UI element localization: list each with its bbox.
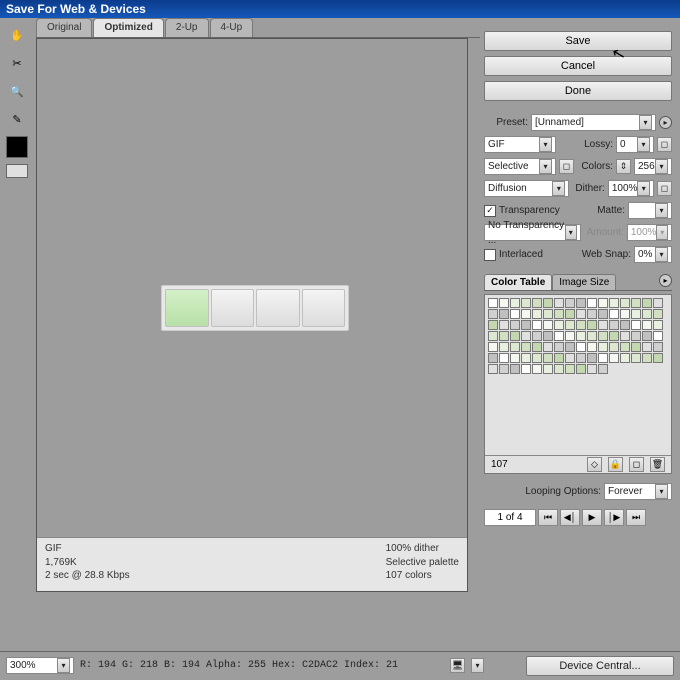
preview-status: GIF 1,769K 2 sec @ 28.8 Kbps 100% dither… <box>37 537 467 591</box>
preview-tabs: Original Optimized 2-Up 4-Up <box>36 18 480 38</box>
pixel-info: R: 194 G: 218 B: 194 Alpha: 255 Hex: C2D… <box>80 660 444 671</box>
matte-select[interactable]: ▾ <box>628 202 672 219</box>
prev-frame-button[interactable]: ◀│ <box>560 509 580 526</box>
color-table-menu-icon[interactable]: ▸ <box>659 274 672 287</box>
matte-label: Matte: <box>597 205 625 216</box>
hand-tool-icon[interactable]: ✋ <box>6 24 28 46</box>
status-dither: 100% dither <box>386 542 459 556</box>
preset-label: Preset: <box>484 117 528 128</box>
tab-original[interactable]: Original <box>36 18 92 37</box>
lossy-input[interactable]: 0▾ <box>616 136 654 153</box>
colors-label: Colors: <box>581 161 613 172</box>
tab-optimized[interactable]: Optimized <box>93 18 163 37</box>
preset-select[interactable]: [Unnamed]▾ <box>531 114 656 131</box>
toggle-slices-icon[interactable] <box>6 164 28 178</box>
status-size: 1,769K <box>45 556 130 570</box>
first-frame-button[interactable]: ⏮ <box>538 509 558 526</box>
reduction-select[interactable]: Selective▾ <box>484 158 556 175</box>
eyedropper-tool-icon[interactable]: ✎ <box>6 108 28 130</box>
reduction-mask-icon[interactable]: ◻ <box>559 159 574 174</box>
tool-strip: ✋ ✂ 🔍 ✎ <box>0 18 34 651</box>
amount-label: Amount: <box>587 227 624 238</box>
dither-input[interactable]: 100%▾ <box>608 180 654 197</box>
status-colors: 107 colors <box>386 569 459 583</box>
tab-4up[interactable]: 4-Up <box>210 18 254 37</box>
cancel-button[interactable]: Cancel <box>484 56 672 76</box>
color-count: 107 <box>491 459 508 470</box>
amount-input: 100%▾ <box>627 224 672 241</box>
diffusion-select[interactable]: Diffusion▾ <box>484 180 569 197</box>
websnap-input[interactable]: 0%▾ <box>634 246 672 263</box>
status-palette: Selective palette <box>386 556 459 570</box>
ct-websafe-icon[interactable]: ◇ <box>587 457 602 472</box>
transparency-dither-select[interactable]: No Transparency ...▾ <box>484 224 581 241</box>
save-button[interactable]: Save <box>484 31 672 51</box>
ct-trash-icon[interactable]: 🗑 <box>650 457 665 472</box>
preset-menu-icon[interactable]: ▸ <box>659 116 672 129</box>
tab-2up[interactable]: 2-Up <box>165 18 209 37</box>
looping-select[interactable]: Forever▾ <box>604 483 672 500</box>
status-format: GIF <box>45 542 130 556</box>
transparency-checkbox[interactable]: ✓ <box>484 205 496 217</box>
interlaced-label: Interlaced <box>499 249 543 260</box>
dither-mask-icon[interactable]: ◻ <box>657 181 672 196</box>
tab-color-table[interactable]: Color Table <box>484 274 552 290</box>
lossy-label: Lossy: <box>584 139 613 150</box>
ct-new-icon[interactable]: ◻ <box>629 457 644 472</box>
preview-image <box>161 285 349 331</box>
done-button[interactable]: Done <box>484 81 672 101</box>
transparency-label: Transparency <box>499 205 560 216</box>
frame-counter: 1 of 4 <box>484 509 536 526</box>
slice-tool-icon[interactable]: ✂ <box>6 52 28 74</box>
window-title: Save For Web & Devices <box>0 0 680 18</box>
format-select[interactable]: GIF▾ <box>484 136 556 153</box>
foreground-color-swatch[interactable] <box>6 136 28 158</box>
preview-canvas[interactable]: GIF 1,769K 2 sec @ 28.8 Kbps 100% dither… <box>36 38 468 592</box>
zoom-select[interactable]: 300%▾ <box>6 657 74 674</box>
websnap-label: Web Snap: <box>582 249 631 260</box>
interlaced-checkbox[interactable] <box>484 249 496 261</box>
last-frame-button[interactable]: ⏭ <box>626 509 646 526</box>
dither-label: Dither: <box>575 183 604 194</box>
device-central-button[interactable]: Device Central... <box>526 656 674 676</box>
preview-browser-icon[interactable]: 🖥 <box>450 658 465 673</box>
ct-lock-icon[interactable]: 🔒 <box>608 457 623 472</box>
colors-stepper[interactable]: ⇕ <box>616 159 631 174</box>
play-button[interactable]: ▶ <box>582 509 602 526</box>
lossy-mask-icon[interactable]: ◻ <box>657 137 672 152</box>
status-time: 2 sec @ 28.8 Kbps <box>45 569 130 583</box>
colors-input[interactable]: 256▾ <box>634 158 672 175</box>
zoom-tool-icon[interactable]: 🔍 <box>6 80 28 102</box>
color-table[interactable]: 107 ◇ 🔒 ◻ 🗑 <box>484 294 672 474</box>
next-frame-button[interactable]: │▶ <box>604 509 624 526</box>
tab-image-size[interactable]: Image Size <box>552 274 616 290</box>
preview-browser-menu[interactable]: ▾ <box>471 658 484 673</box>
looping-label: Looping Options: <box>525 486 601 497</box>
